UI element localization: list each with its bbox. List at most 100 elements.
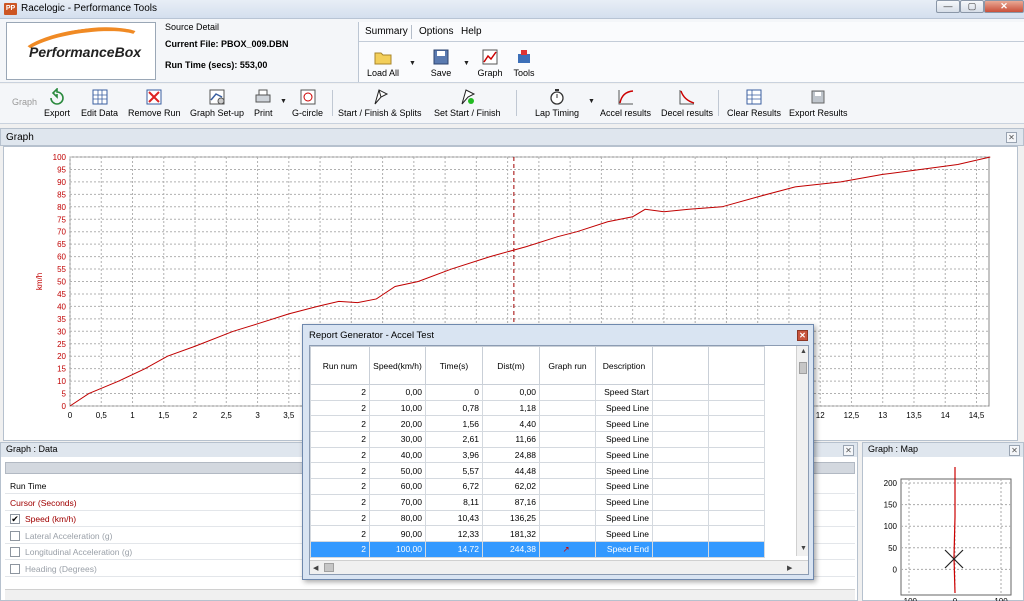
table-cell	[539, 415, 596, 433]
dialog-close-button[interactable]: ✕	[797, 330, 808, 341]
table-row[interactable]: 2 90,00 12,33 181,32 Speed Line	[310, 525, 765, 542]
start-finish-splits-button[interactable]: Start / Finish & Splits	[338, 88, 422, 118]
graph-map-title: Graph : Map	[868, 444, 919, 454]
close-icon[interactable]: ✕	[843, 445, 854, 456]
accel-curve-icon	[618, 90, 633, 105]
current-file-label: Current File: PBOX_009.DBN	[165, 39, 289, 49]
map-y-tick: 150	[884, 501, 898, 510]
graph-button[interactable]: Graph	[475, 48, 505, 78]
table-cell: 2	[310, 540, 370, 558]
lap-timing-button[interactable]: Lap Timing	[535, 88, 579, 118]
table-cell	[539, 399, 596, 417]
column-header[interactable]: Description	[595, 346, 653, 385]
scroll-thumb[interactable]	[799, 362, 807, 374]
graph-run-icon[interactable]: ↗	[562, 544, 569, 554]
column-header[interactable]: Speed(km/h)	[369, 346, 426, 385]
chevron-down-icon[interactable]: ▼	[409, 60, 416, 67]
table-cell: 2	[310, 446, 370, 464]
table-row[interactable]: 2 60,00 6,72 62,02 Speed Line	[310, 478, 765, 495]
table-row[interactable]: 2 30,00 2,61 11,66 Speed Line	[310, 431, 765, 448]
report-vscrollbar[interactable]: ▲ ▼	[796, 346, 808, 556]
table-cell: 2	[310, 509, 370, 527]
menu-options[interactable]: Options	[419, 26, 453, 37]
run-time-label: Run Time (secs): 553,00	[165, 60, 268, 70]
toolbar: Graph Export Edit Data Remove Run Graph …	[0, 84, 1024, 124]
clear-results-button[interactable]: Clear Results	[727, 88, 781, 118]
remove-run-button[interactable]: Remove Run	[128, 88, 181, 118]
flag-icon	[374, 89, 388, 105]
y-tick-label: 60	[57, 253, 66, 262]
start-finish-label: Start / Finish & Splits	[338, 108, 422, 118]
column-header[interactable]: Run num	[310, 346, 370, 385]
tools-button[interactable]: Tools	[509, 48, 539, 78]
report-table: Run num Speed(km/h) Time(s) Dist(m) Graph ru…	[310, 346, 765, 558]
table-row[interactable]: 2 20,00 1,56 4,40 Speed Line	[310, 415, 765, 433]
x-tick-label: 13	[878, 411, 887, 420]
map-y-tick: 50	[888, 544, 897, 553]
table-cell: 30,00	[369, 431, 426, 448]
table-cell: Speed Start	[595, 384, 653, 401]
decel-results-button[interactable]: Decel results	[661, 88, 713, 118]
x-tick-label: 0	[68, 411, 73, 420]
hscroll-thumb[interactable]	[324, 563, 334, 572]
table-row[interactable]: 2 80,00 10,43 136,25 Speed Line	[310, 509, 765, 527]
table-cell	[652, 399, 709, 417]
y-tick-label: 70	[57, 228, 66, 237]
table-cell	[708, 462, 765, 480]
column-header[interactable]: Dist(m)	[482, 346, 540, 385]
close-icon[interactable]: ✕	[1006, 132, 1017, 143]
print-button[interactable]: Print	[254, 88, 273, 118]
report-hscrollbar[interactable]: ◀ ▶	[310, 560, 808, 574]
data-hscrollbar[interactable]	[5, 589, 855, 600]
table-cell: 4,40	[482, 415, 540, 433]
table-row[interactable]: 2 0,00 0 0,00 Speed Start	[310, 384, 765, 401]
row-checkbox[interactable]	[10, 547, 20, 557]
table-row[interactable]: 2 100,00 14,72 244,38 ↗ Speed End	[310, 540, 765, 558]
table-row[interactable]: 2 70,00 8,11 87,16 Speed Line	[310, 493, 765, 511]
table-row[interactable]: 2 10,00 0,78 1,18 Speed Line	[310, 399, 765, 417]
table-cell: 24,88	[482, 446, 540, 464]
menu-help[interactable]: Help	[461, 26, 482, 37]
chevron-down-icon[interactable]: ▼	[280, 98, 287, 105]
export-button[interactable]: Export	[44, 88, 70, 118]
table-cell	[652, 525, 709, 542]
save-button[interactable]: Save	[427, 48, 455, 78]
gcircle-button[interactable]: G-circle	[292, 88, 323, 118]
table-cell: Speed End	[595, 540, 653, 558]
export-results-button[interactable]: Export Results	[789, 88, 848, 118]
x-tick-label: 14	[941, 411, 950, 420]
row-checkbox[interactable]	[10, 530, 20, 541]
table-row[interactable]: 2 40,00 3,96 24,88 Speed Line	[310, 446, 765, 464]
column-header[interactable]: Time(s)	[425, 346, 483, 385]
column-header[interactable]	[652, 346, 709, 385]
accel-results-button[interactable]: Accel results	[600, 88, 651, 118]
set-start-finish-button[interactable]: Set Start / Finish	[434, 88, 501, 118]
y-tick-label: 100	[53, 153, 67, 162]
minimize-button[interactable]: —	[936, 0, 960, 13]
load-all-button[interactable]: Load All	[365, 48, 401, 78]
column-header[interactable]	[708, 346, 765, 385]
tools-label: Tools	[513, 68, 535, 78]
export-icon	[50, 88, 64, 105]
menu-summary[interactable]: Summary	[365, 26, 408, 37]
table-cell: 0,00	[482, 384, 540, 401]
column-header[interactable]: Graph run	[539, 346, 596, 385]
table-cell: Speed Line	[595, 399, 653, 417]
data-row-label: Longitudinal Acceleration (g)	[25, 547, 133, 557]
close-button[interactable]: ✕	[984, 0, 1024, 13]
maximize-button[interactable]: ▢	[960, 0, 984, 13]
chevron-down-icon[interactable]: ▼	[588, 98, 595, 105]
close-icon[interactable]: ✕	[1009, 445, 1020, 456]
x-tick-label: 14,5	[969, 411, 985, 420]
table-cell: 10,00	[369, 399, 426, 417]
edit-data-button[interactable]: Edit Data	[81, 88, 118, 118]
chevron-down-icon[interactable]: ▼	[463, 60, 470, 67]
export-results-label: Export Results	[789, 108, 848, 118]
row-checkbox[interactable]	[10, 563, 20, 574]
x-tick-label: 1	[130, 411, 135, 420]
graph-setup-button[interactable]: Graph Set-up	[190, 88, 244, 118]
row-checkbox[interactable]: ✔	[10, 514, 20, 524]
y-axis-label: km/h	[35, 273, 44, 290]
table-row[interactable]: 2 50,00 5,57 44,48 Speed Line	[310, 462, 765, 480]
load-all-label: Load All	[366, 68, 400, 78]
